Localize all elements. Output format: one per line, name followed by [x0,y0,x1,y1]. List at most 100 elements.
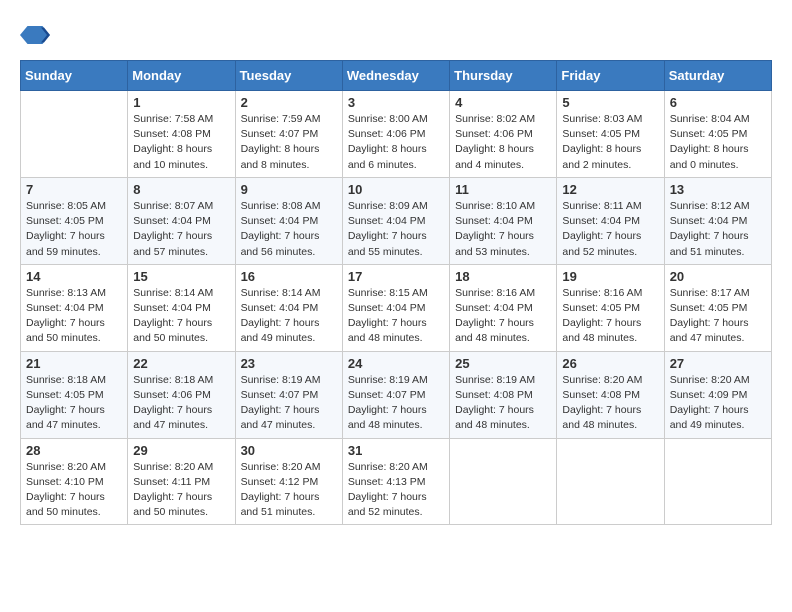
day-number: 23 [241,356,337,371]
day-info: Sunrise: 8:07 AM Sunset: 4:04 PM Dayligh… [133,199,229,260]
day-number: 16 [241,269,337,284]
col-header-friday: Friday [557,61,664,91]
logo-icon [20,20,50,50]
day-info: Sunrise: 8:14 AM Sunset: 4:04 PM Dayligh… [133,286,229,347]
day-cell: 1Sunrise: 7:58 AM Sunset: 4:08 PM Daylig… [128,91,235,178]
day-number: 18 [455,269,551,284]
week-row-2: 7Sunrise: 8:05 AM Sunset: 4:05 PM Daylig… [21,177,772,264]
week-row-4: 21 Sunrise: 8:18 AM Sunset: 4:05 PM Dayli… [21,351,772,438]
day-cell: 18 Sunrise: 8:16 AM Sunset: 4:04 PM Dayli… [450,264,557,351]
day-cell [664,438,771,525]
day-info: Sunrise: 8:00 AM Sunset: 4:06 PM Dayligh… [348,112,444,173]
day-number: 22 [133,356,229,371]
day-info: Sunrise: 8:12 AM Sunset: 4:04 PM Dayligh… [670,199,766,260]
day-number: 17 [348,269,444,284]
day-number: 4 [455,95,551,110]
day-cell: 15 Sunrise: 8:14 AM Sunset: 4:04 PM Dayli… [128,264,235,351]
day-cell: 27Sunrise: 8:20 AM Sunset: 4:09 PM Dayli… [664,351,771,438]
day-cell: 19Sunrise: 8:16 AM Sunset: 4:05 PM Dayli… [557,264,664,351]
day-cell: 2 Sunrise: 7:59 AM Sunset: 4:07 PM Daylig… [235,91,342,178]
day-cell: 12 Sunrise: 8:11 AM Sunset: 4:04 PM Dayli… [557,177,664,264]
day-number: 15 [133,269,229,284]
day-number: 2 [241,95,337,110]
day-info: Sunrise: 8:19 AM Sunset: 4:08 PM Dayligh… [455,373,551,434]
day-number: 11 [455,182,551,197]
day-cell: 20 Sunrise: 8:17 AM Sunset: 4:05 PM Dayli… [664,264,771,351]
day-cell [557,438,664,525]
day-info: Sunrise: 8:11 AM Sunset: 4:04 PM Dayligh… [562,199,658,260]
day-cell: 11Sunrise: 8:10 AM Sunset: 4:04 PM Dayli… [450,177,557,264]
day-info: Sunrise: 8:17 AM Sunset: 4:05 PM Dayligh… [670,286,766,347]
day-number: 6 [670,95,766,110]
week-row-1: 1Sunrise: 7:58 AM Sunset: 4:08 PM Daylig… [21,91,772,178]
day-cell: 31 Sunrise: 8:20 AM Sunset: 4:13 PM Dayli… [342,438,449,525]
day-info: Sunrise: 8:09 AM Sunset: 4:04 PM Dayligh… [348,199,444,260]
calendar-header-row: SundayMondayTuesdayWednesdayThursdayFrid… [21,61,772,91]
day-number: 9 [241,182,337,197]
day-number: 3 [348,95,444,110]
day-cell [450,438,557,525]
day-info: Sunrise: 7:59 AM Sunset: 4:07 PM Dayligh… [241,112,337,173]
col-header-sunday: Sunday [21,61,128,91]
day-cell: 13 Sunrise: 8:12 AM Sunset: 4:04 PM Dayli… [664,177,771,264]
day-number: 21 [26,356,122,371]
day-cell: 29 Sunrise: 8:20 AM Sunset: 4:11 PM Dayli… [128,438,235,525]
day-number: 26 [562,356,658,371]
day-number: 19 [562,269,658,284]
day-number: 20 [670,269,766,284]
day-cell: 5 Sunrise: 8:03 AM Sunset: 4:05 PM Daylig… [557,91,664,178]
day-cell: 22 Sunrise: 8:18 AM Sunset: 4:06 PM Dayli… [128,351,235,438]
day-cell: 6Sunrise: 8:04 AM Sunset: 4:05 PM Daylig… [664,91,771,178]
week-row-3: 14Sunrise: 8:13 AM Sunset: 4:04 PM Dayli… [21,264,772,351]
day-number: 27 [670,356,766,371]
day-info: Sunrise: 8:20 AM Sunset: 4:11 PM Dayligh… [133,460,229,521]
day-number: 14 [26,269,122,284]
day-info: Sunrise: 8:16 AM Sunset: 4:04 PM Dayligh… [455,286,551,347]
day-number: 5 [562,95,658,110]
week-row-5: 28 Sunrise: 8:20 AM Sunset: 4:10 PM Dayli… [21,438,772,525]
day-info: Sunrise: 8:20 AM Sunset: 4:08 PM Dayligh… [562,373,658,434]
day-cell: 8 Sunrise: 8:07 AM Sunset: 4:04 PM Daylig… [128,177,235,264]
day-info: Sunrise: 8:15 AM Sunset: 4:04 PM Dayligh… [348,286,444,347]
col-header-monday: Monday [128,61,235,91]
day-number: 25 [455,356,551,371]
day-info: Sunrise: 8:20 AM Sunset: 4:13 PM Dayligh… [348,460,444,521]
day-number: 7 [26,182,122,197]
col-header-thursday: Thursday [450,61,557,91]
day-info: Sunrise: 8:03 AM Sunset: 4:05 PM Dayligh… [562,112,658,173]
day-cell: 16 Sunrise: 8:14 AM Sunset: 4:04 PM Dayli… [235,264,342,351]
day-cell: 10 Sunrise: 8:09 AM Sunset: 4:04 PM Dayli… [342,177,449,264]
calendar-body: 1Sunrise: 7:58 AM Sunset: 4:08 PM Daylig… [21,91,772,525]
day-cell: 25 Sunrise: 8:19 AM Sunset: 4:08 PM Dayli… [450,351,557,438]
col-header-wednesday: Wednesday [342,61,449,91]
day-cell: 23Sunrise: 8:19 AM Sunset: 4:07 PM Dayli… [235,351,342,438]
calendar-table: SundayMondayTuesdayWednesdayThursdayFrid… [20,60,772,525]
day-info: Sunrise: 8:08 AM Sunset: 4:04 PM Dayligh… [241,199,337,260]
day-number: 31 [348,443,444,458]
day-number: 28 [26,443,122,458]
day-cell [21,91,128,178]
day-cell: 28 Sunrise: 8:20 AM Sunset: 4:10 PM Dayli… [21,438,128,525]
day-cell: 7Sunrise: 8:05 AM Sunset: 4:05 PM Daylig… [21,177,128,264]
day-info: Sunrise: 8:18 AM Sunset: 4:06 PM Dayligh… [133,373,229,434]
day-number: 13 [670,182,766,197]
day-cell: 30 Sunrise: 8:20 AM Sunset: 4:12 PM Dayli… [235,438,342,525]
day-number: 8 [133,182,229,197]
day-cell: 4 Sunrise: 8:02 AM Sunset: 4:06 PM Daylig… [450,91,557,178]
day-info: Sunrise: 8:20 AM Sunset: 4:10 PM Dayligh… [26,460,122,521]
day-number: 24 [348,356,444,371]
day-info: Sunrise: 8:20 AM Sunset: 4:12 PM Dayligh… [241,460,337,521]
day-cell: 9 Sunrise: 8:08 AM Sunset: 4:04 PM Daylig… [235,177,342,264]
day-number: 12 [562,182,658,197]
day-cell: 14Sunrise: 8:13 AM Sunset: 4:04 PM Dayli… [21,264,128,351]
day-info: Sunrise: 8:19 AM Sunset: 4:07 PM Dayligh… [348,373,444,434]
day-cell: 17 Sunrise: 8:15 AM Sunset: 4:04 PM Dayli… [342,264,449,351]
day-number: 30 [241,443,337,458]
day-info: Sunrise: 8:14 AM Sunset: 4:04 PM Dayligh… [241,286,337,347]
col-header-saturday: Saturday [664,61,771,91]
day-info: Sunrise: 8:02 AM Sunset: 4:06 PM Dayligh… [455,112,551,173]
day-number: 10 [348,182,444,197]
day-info: Sunrise: 8:18 AM Sunset: 4:05 PM Dayligh… [26,373,122,434]
day-number: 1 [133,95,229,110]
day-number: 29 [133,443,229,458]
